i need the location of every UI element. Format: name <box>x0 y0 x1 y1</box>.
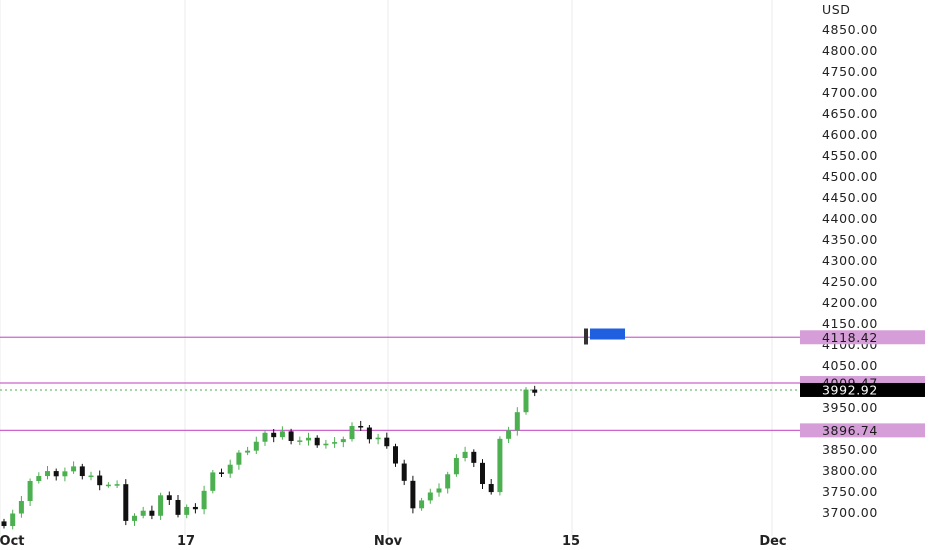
candle-body <box>62 471 68 477</box>
price-tick-label: 4550.00 <box>822 148 878 163</box>
candle-body <box>175 499 181 515</box>
price-tick-label: 3750.00 <box>822 484 878 499</box>
candle-body <box>140 510 146 516</box>
candle-body <box>523 389 529 413</box>
candle-body <box>253 441 259 451</box>
candle-body <box>71 466 77 472</box>
candle-body <box>210 472 216 491</box>
price-tick-label: 4150.00 <box>822 316 878 331</box>
candle-body <box>279 431 285 438</box>
date-tick-label: Oct <box>0 534 24 549</box>
candle-body <box>480 462 485 485</box>
candle-body <box>323 443 329 446</box>
candle-body <box>10 513 16 527</box>
candle-body <box>36 476 42 481</box>
price-tick-label: 4350.00 <box>822 232 878 247</box>
candle-body <box>88 475 94 478</box>
price-tick-label: 4400.00 <box>822 211 878 226</box>
currency-label: USD <box>822 2 851 17</box>
price-tick-label: 4200.00 <box>822 295 878 310</box>
candle-body <box>401 463 407 481</box>
candle-body <box>410 480 416 509</box>
candle-body <box>45 471 50 477</box>
candle-body <box>488 484 494 493</box>
candle-body <box>123 484 129 521</box>
candle-body <box>375 437 381 440</box>
candle-body <box>445 474 451 489</box>
price-tick-label: 4750.00 <box>822 64 878 79</box>
price-tick-label: 3950.00 <box>822 400 878 415</box>
candle-body <box>332 442 338 444</box>
price-tick-label: 4650.00 <box>822 106 878 121</box>
candle-body <box>340 439 346 443</box>
price-tick-label: 4050.00 <box>822 358 878 373</box>
candle-body <box>471 451 477 463</box>
price-tick-label: 4250.00 <box>822 274 878 289</box>
candle-body <box>384 437 390 447</box>
candlestick-chart[interactable]: USD 4850.00 4800.00 4750.00 4700.00 4650.00 4… <box>0 0 932 550</box>
level-badge-label: 4118.42 <box>822 330 878 345</box>
candle-body <box>79 466 85 477</box>
price-tick-label: 4450.00 <box>822 190 878 205</box>
date-tick-label: 17 <box>177 534 195 549</box>
candle-body <box>27 480 33 501</box>
flag-icon <box>590 328 625 340</box>
candle-body <box>532 389 538 393</box>
candle-body <box>262 432 268 442</box>
candle-body <box>453 457 459 475</box>
candle-body <box>227 464 233 474</box>
candle-body <box>53 471 59 477</box>
candle-body <box>245 450 251 453</box>
price-tick-label: 3700.00 <box>822 505 878 520</box>
candle-body <box>97 475 103 486</box>
candle-body <box>219 472 224 474</box>
candle-body <box>427 492 433 501</box>
candle-body <box>18 500 24 514</box>
date-tick-label: Nov <box>374 534 403 549</box>
price-tick-label: 4600.00 <box>822 127 878 142</box>
candle-body <box>166 495 172 500</box>
price-tick-label: 3850.00 <box>822 442 878 457</box>
price-tick-label: 4800.00 <box>822 43 878 58</box>
candle-body <box>462 451 468 458</box>
price-tick-label: 4700.00 <box>822 85 878 100</box>
candle-body <box>506 430 512 439</box>
candle-body <box>149 510 155 516</box>
price-tick-label: 3800.00 <box>822 463 878 478</box>
candle-body <box>184 506 190 515</box>
flag-pole <box>584 328 588 345</box>
candle-body <box>201 490 207 510</box>
candle-body <box>349 425 355 440</box>
price-tick-label: 4850.00 <box>822 22 878 37</box>
price-tick-label: 4300.00 <box>822 253 878 268</box>
candle-body <box>297 440 303 442</box>
candle-body <box>158 495 164 516</box>
level-badge-label: 3896.74 <box>822 423 878 438</box>
candle-body <box>114 484 120 486</box>
candle-body <box>236 452 242 465</box>
candle-body <box>366 427 372 440</box>
candle-body <box>436 488 442 493</box>
candle-body <box>497 438 503 493</box>
candle-body <box>306 437 311 441</box>
price-tick-label: 4500.00 <box>822 169 878 184</box>
candle-body <box>314 437 320 446</box>
candle-body <box>192 506 198 510</box>
date-tick-label: Dec <box>759 534 786 549</box>
last-price-label: 3992.92 <box>822 382 878 397</box>
candle-body <box>358 425 364 428</box>
candle-body <box>105 484 111 487</box>
candle-body <box>1 521 7 527</box>
candle-body <box>271 432 277 438</box>
date-tick-label: 15 <box>562 534 580 549</box>
candle-body <box>419 500 425 509</box>
candle-body <box>514 412 520 431</box>
candle-body <box>393 446 398 464</box>
candle-body <box>132 515 137 521</box>
candle-body <box>288 431 294 441</box>
